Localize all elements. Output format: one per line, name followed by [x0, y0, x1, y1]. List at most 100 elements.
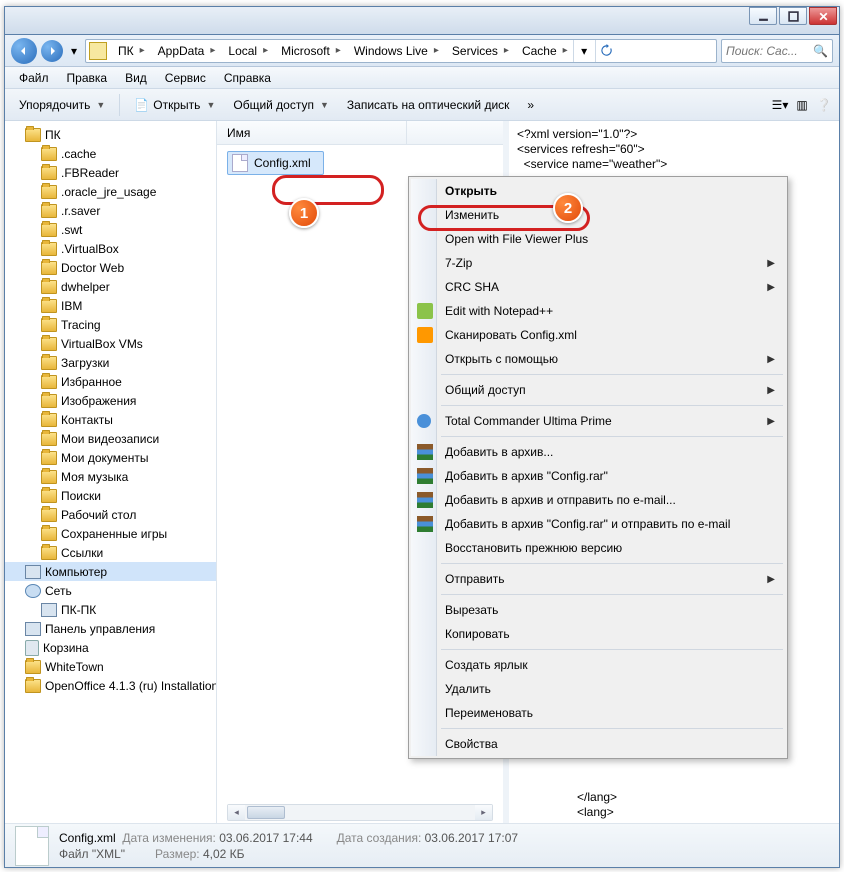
tree-item[interactable]: Поиски: [5, 486, 216, 505]
tree-item[interactable]: .VirtualBox: [5, 239, 216, 258]
ctx-properties[interactable]: Свойства: [411, 732, 785, 756]
organize-button[interactable]: Упорядочить▼: [11, 95, 113, 115]
address-bar[interactable]: ПК AppData Local Microsoft Windows Live …: [85, 39, 717, 63]
ctx-shortcut[interactable]: Создать ярлык: [411, 653, 785, 677]
ctx-share[interactable]: Общий доступ▶: [411, 378, 785, 402]
tree-item[interactable]: Сохраненные игры: [5, 524, 216, 543]
ctx-rar-add-named[interactable]: Добавить в архив "Config.rar": [411, 464, 785, 488]
tree-item[interactable]: VirtualBox VMs: [5, 334, 216, 353]
ctx-crc[interactable]: CRC SHA▶: [411, 275, 785, 299]
tree-item[interactable]: .swt: [5, 220, 216, 239]
ctx-open[interactable]: Открыть: [411, 179, 785, 203]
file-item-config[interactable]: Config.xml: [227, 151, 324, 175]
preview-pane-icon[interactable]: ▥: [793, 96, 811, 114]
ctx-totalcommander[interactable]: Total Commander Ultima Prime▶: [411, 409, 785, 433]
ctx-send[interactable]: Отправить▶: [411, 567, 785, 591]
nav-forward-button[interactable]: [41, 40, 63, 62]
tree-control-panel[interactable]: Панель управления: [5, 619, 216, 638]
menu-view[interactable]: Вид: [117, 69, 155, 87]
share-button[interactable]: Общий доступ▼: [225, 95, 337, 115]
tree-item[interactable]: .r.saver: [5, 201, 216, 220]
menu-bar: Файл Правка Вид Сервис Справка: [5, 67, 839, 89]
tree-network-item[interactable]: ПК-ПК: [5, 600, 216, 619]
control-panel-icon: [25, 622, 41, 636]
ctx-rar-add[interactable]: Добавить в архив...: [411, 440, 785, 464]
tree-root[interactable]: ПК: [5, 125, 216, 144]
tree-item[interactable]: dwhelper: [5, 277, 216, 296]
search-icon[interactable]: 🔍: [813, 44, 828, 58]
open-button[interactable]: 📄Открыть▼: [126, 95, 223, 115]
tree-item[interactable]: Моя музыка: [5, 467, 216, 486]
tree-item[interactable]: Контакты: [5, 410, 216, 429]
nav-back-button[interactable]: [11, 38, 37, 64]
refresh-icon[interactable]: [595, 40, 617, 62]
minimize-button[interactable]: [749, 7, 777, 25]
horizontal-scrollbar[interactable]: ◂ ▸: [227, 804, 493, 821]
view-mode-icon[interactable]: ☰▾: [771, 96, 789, 114]
folder-icon: [41, 432, 57, 446]
tree-item[interactable]: Мои видеозаписи: [5, 429, 216, 448]
close-button[interactable]: [809, 7, 837, 25]
ctx-rename[interactable]: Переименовать: [411, 701, 785, 725]
ctx-restore[interactable]: Восстановить прежнюю версию: [411, 536, 785, 560]
burn-button[interactable]: Записать на оптический диск: [339, 95, 518, 115]
tree-item[interactable]: .FBReader: [5, 163, 216, 182]
tree-item[interactable]: OpenOffice 4.1.3 (ru) Installation: [5, 676, 216, 695]
ctx-fileviewer[interactable]: Open with File Viewer Plus: [411, 227, 785, 251]
tree-item[interactable]: Изображения: [5, 391, 216, 410]
menu-help[interactable]: Справка: [216, 69, 279, 87]
tree-computer[interactable]: Компьютер: [5, 562, 216, 581]
breadcrumb-item[interactable]: Windows Live: [346, 40, 444, 62]
tree-item[interactable]: IBM: [5, 296, 216, 315]
breadcrumb-item[interactable]: Services: [444, 40, 514, 62]
tree-item[interactable]: .oracle_jre_usage: [5, 182, 216, 201]
ctx-open-with[interactable]: Открыть с помощью▶: [411, 347, 785, 371]
tree-recycle[interactable]: Корзина: [5, 638, 216, 657]
help-icon[interactable]: ❔: [815, 96, 833, 114]
ctx-copy[interactable]: Копировать: [411, 622, 785, 646]
column-name[interactable]: Имя: [217, 121, 407, 144]
menu-file[interactable]: Файл: [11, 69, 57, 87]
folder-icon: [41, 470, 57, 484]
menu-edit[interactable]: Правка: [59, 69, 116, 87]
scroll-thumb[interactable]: [247, 806, 285, 819]
navigation-tree[interactable]: ПК .cache.FBReader.oracle_jre_usage .r.sa…: [5, 121, 217, 823]
ctx-delete[interactable]: Удалить: [411, 677, 785, 701]
breadcrumb-item[interactable]: Microsoft: [273, 40, 346, 62]
breadcrumb-item[interactable]: Cache: [514, 40, 573, 62]
maximize-button[interactable]: [779, 7, 807, 25]
breadcrumb-item[interactable]: ПК: [110, 40, 150, 62]
ctx-7zip[interactable]: 7-Zip▶: [411, 251, 785, 275]
tree-item[interactable]: Избранное: [5, 372, 216, 391]
ctx-notepad[interactable]: Edit with Notepad++: [411, 299, 785, 323]
tree-item[interactable]: .cache: [5, 144, 216, 163]
more-button[interactable]: »: [519, 95, 542, 115]
ctx-scan[interactable]: Сканировать Config.xml: [411, 323, 785, 347]
breadcrumb-item[interactable]: Local: [220, 40, 273, 62]
scroll-right-icon[interactable]: ▸: [475, 805, 492, 820]
menu-tools[interactable]: Сервис: [157, 69, 214, 87]
tree-item[interactable]: Рабочий стол: [5, 505, 216, 524]
column-headers: Имя: [217, 121, 503, 145]
breadcrumb-item[interactable]: AppData: [150, 40, 221, 62]
address-dropdown-icon[interactable]: ▾: [573, 40, 595, 62]
file-type-icon: [15, 826, 49, 866]
ctx-rar-named-email[interactable]: Добавить в архив "Config.rar" и отправит…: [411, 512, 785, 536]
nav-history-dropdown[interactable]: ▾: [67, 41, 81, 61]
folder-icon: [41, 394, 57, 408]
ctx-rar-email[interactable]: Добавить в архив и отправить по e-mail..…: [411, 488, 785, 512]
tree-item[interactable]: Мои документы: [5, 448, 216, 467]
ctx-edit[interactable]: Изменить: [411, 203, 785, 227]
tree-item[interactable]: Загрузки: [5, 353, 216, 372]
tree-item-label: .r.saver: [61, 204, 100, 218]
ctx-cut[interactable]: Вырезать: [411, 598, 785, 622]
tree-item[interactable]: Tracing: [5, 315, 216, 334]
scroll-left-icon[interactable]: ◂: [228, 805, 245, 820]
search-input[interactable]: [726, 44, 806, 58]
winrar-icon: [417, 492, 433, 508]
search-box[interactable]: 🔍: [721, 39, 833, 63]
tree-item[interactable]: WhiteTown: [5, 657, 216, 676]
tree-item[interactable]: Ссылки: [5, 543, 216, 562]
tree-network[interactable]: Сеть: [5, 581, 216, 600]
tree-item[interactable]: Doctor Web: [5, 258, 216, 277]
